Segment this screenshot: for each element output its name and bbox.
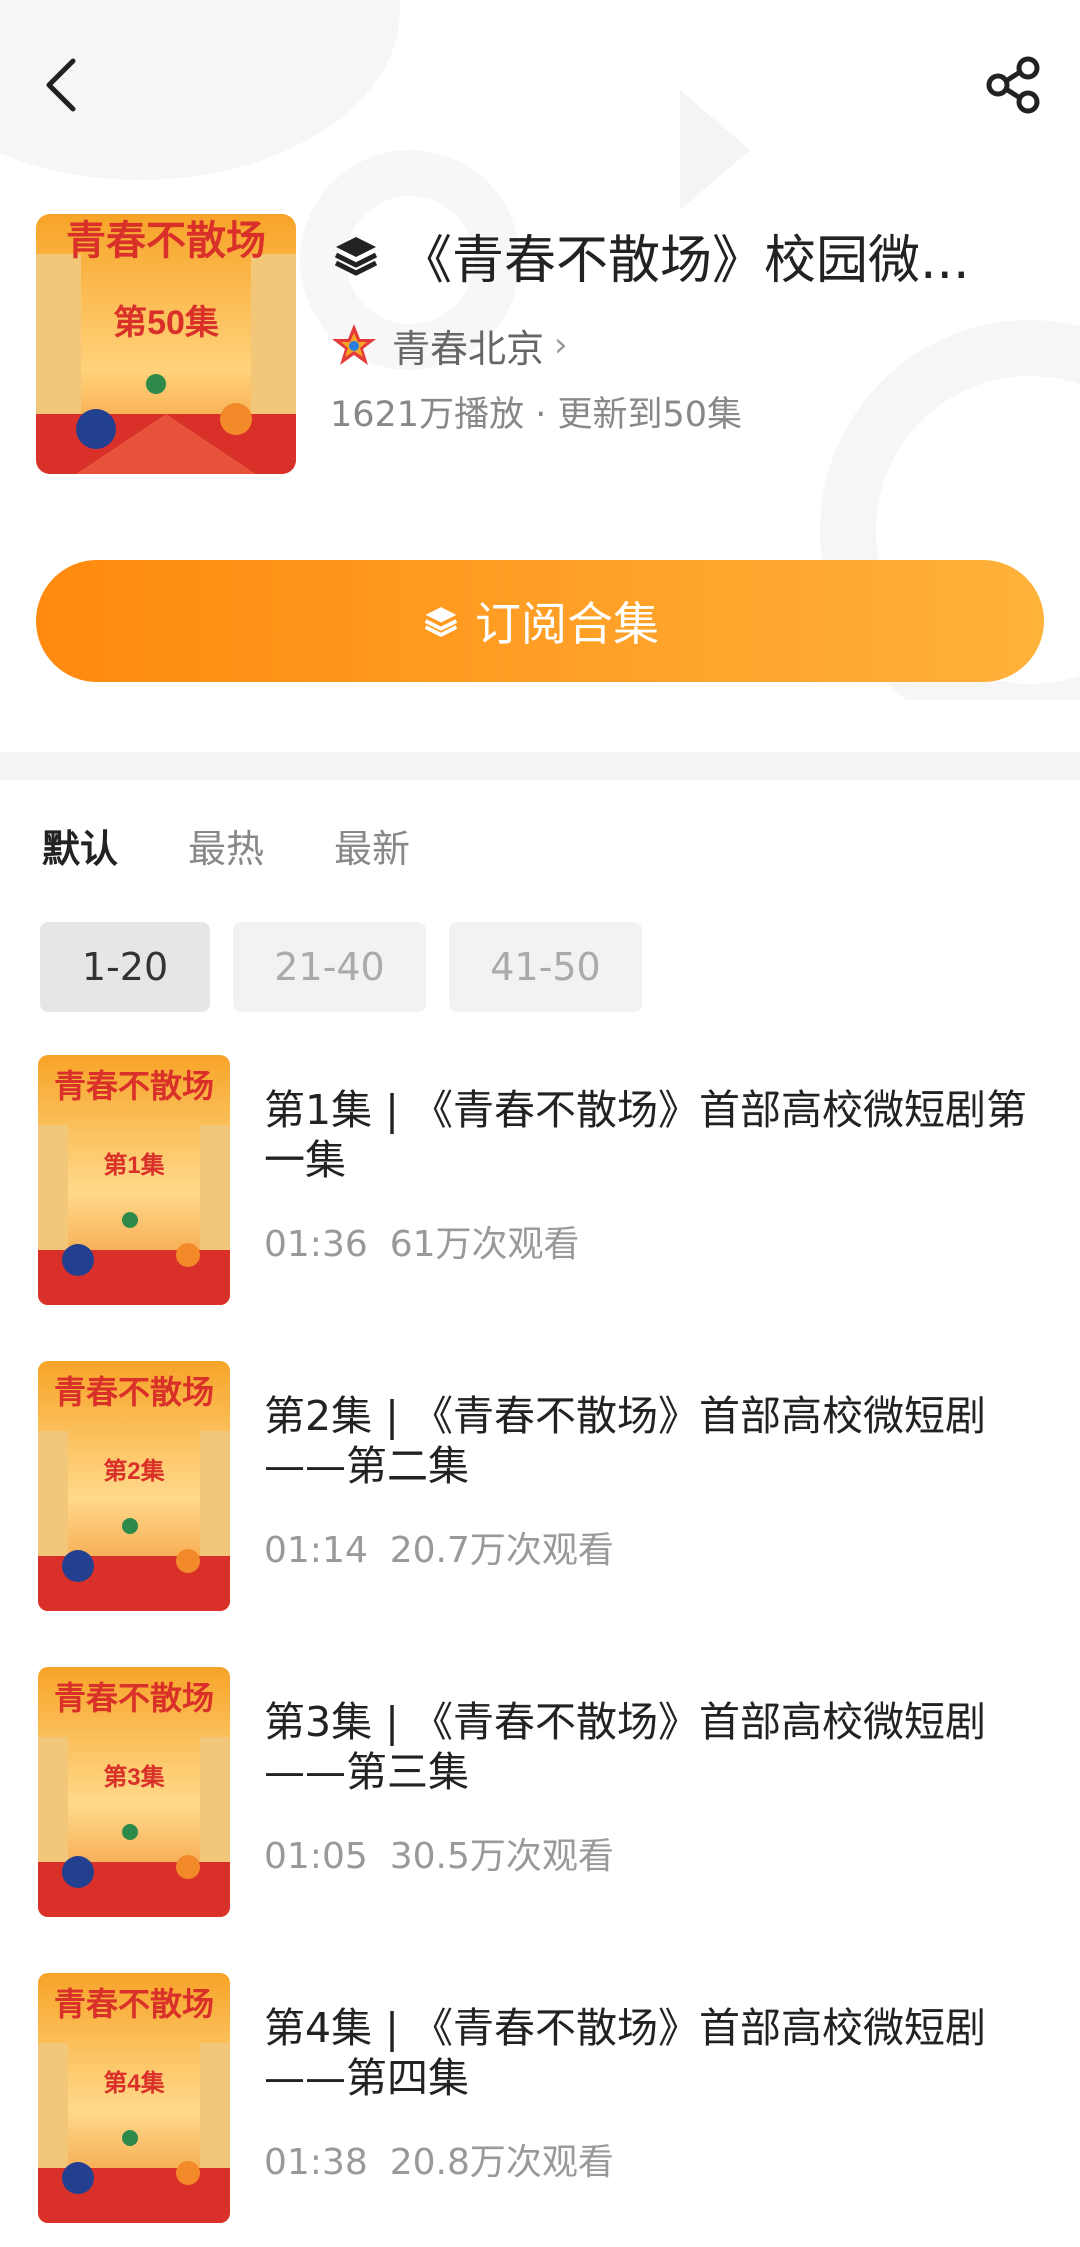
cover-episode-text: 第50集 [113,304,219,342]
cover-title-text: 青春不散场 [66,219,266,263]
episode-meta: 01:14 20.7万次观看 [264,1521,1054,1573]
collection-stats: 1621万播放 · 更新到50集 [330,395,742,435]
collection-cover[interactable]: 青春不散场 第50集 [36,214,296,474]
share-button[interactable] [980,50,1050,120]
episode-title: 第4集 | 《青春不散场》首部高校微短剧——第四集 [264,2004,986,2102]
sort-newest-tab[interactable]: 最新 [334,818,410,873]
share-icon [986,56,1040,114]
episode-item[interactable]: 青春不散场 第4集 第4集 | 《青春不散场》首部高校微短剧——第四集 01:3… [0,1973,1080,2247]
episode-views: 20.8万次观看 [389,2142,614,2183]
episode-list: 青春不散场 第1集 第1集 | 《青春不散场》首部高校微短剧第一集 01:36 6… [0,1055,1080,2247]
thumb-title-text: 青春不散场 [54,1986,214,2022]
layers-icon [424,607,458,637]
episode-item[interactable]: 青春不散场 第3集 第3集 | 《青春不散场》首部高校微短剧——第三集 01:0… [0,1667,1080,1973]
range-tab-21-40[interactable]: 21-40 [233,922,426,1012]
episode-thumbnail: 青春不散场 第1集 [38,1055,230,1305]
range-tab-41-50[interactable]: 41-50 [449,922,642,1012]
author-logo-icon [332,324,376,365]
episode-thumbnail: 青春不散场 第3集 [38,1667,230,1917]
collection-info: 《青春不散场》校园微... 青春北京 › 1621万播放 · 更新到50集 [330,210,1050,437]
thumb-title-text: 青春不散场 [54,1068,214,1104]
episode-duration: 01:05 [264,1836,368,1877]
sort-default-tab[interactable]: 默认 [42,818,118,873]
chevron-right-icon: › [554,325,568,365]
sort-hot-tab[interactable]: 最热 [188,818,264,873]
episode-title: 第3集 | 《青春不散场》首部高校微短剧——第三集 [264,1698,986,1796]
episode-duration: 01:38 [264,2142,368,2183]
episode-meta: 01:36 61万次观看 [264,1215,1054,1267]
episode-thumbnail: 青春不散场 第4集 [38,1973,230,2223]
range-tab-1-20[interactable]: 1-20 [40,922,210,1012]
back-button[interactable] [26,50,96,120]
author-link[interactable]: 青春北京 › [330,320,1050,371]
subscribe-label: 订阅合集 [475,597,659,651]
back-icon [46,58,76,112]
thumb-title-text: 青春不散场 [54,1680,214,1716]
sort-tabs: 默认 最热 最新 [42,815,480,875]
episode-views: 30.5万次观看 [389,1836,614,1877]
author-name: 青春北京 [392,326,545,371]
collection-header: 青春不散场 第50集 《青春不散场》校园微... 青春北京 › 1621万播放 … [0,210,1080,480]
episode-item[interactable]: 青春不散场 第1集 第1集 | 《青春不散场》首部高校微短剧第一集 01:36 6… [0,1055,1080,1361]
subscribe-button[interactable]: 订阅合集 [36,560,1044,682]
top-bar [0,40,1080,130]
episode-meta: 01:05 30.5万次观看 [264,1827,1054,1879]
episode-range-tabs: 1-20 21-40 41-50 [40,922,665,1012]
layers-icon [334,237,378,276]
episode-duration: 01:36 [264,1224,368,1265]
thumb-episode-text: 第2集 [103,1457,165,1485]
episode-views: 20.7万次观看 [389,1530,614,1571]
episode-title: 第2集 | 《青春不散场》首部高校微短剧——第二集 [264,1392,986,1490]
thumb-episode-text: 第3集 [103,1763,165,1791]
episode-item[interactable]: 青春不散场 第2集 第2集 | 《青春不散场》首部高校微短剧——第二集 01:1… [0,1361,1080,1667]
thumb-episode-text: 第4集 [103,2069,165,2097]
episode-views: 61万次观看 [389,1224,580,1265]
thumb-title-text: 青春不散场 [54,1374,214,1410]
episode-title: 第1集 | 《青春不散场》首部高校微短剧第一集 [264,1086,1027,1184]
collection-title: 《青春不散场》校园微... [400,230,970,291]
thumb-episode-text: 第1集 [103,1151,165,1179]
episode-duration: 01:14 [264,1530,368,1571]
section-divider [0,752,1080,780]
episode-meta: 01:38 20.8万次观看 [264,2133,1054,2185]
episode-thumbnail: 青春不散场 第2集 [38,1361,230,1611]
